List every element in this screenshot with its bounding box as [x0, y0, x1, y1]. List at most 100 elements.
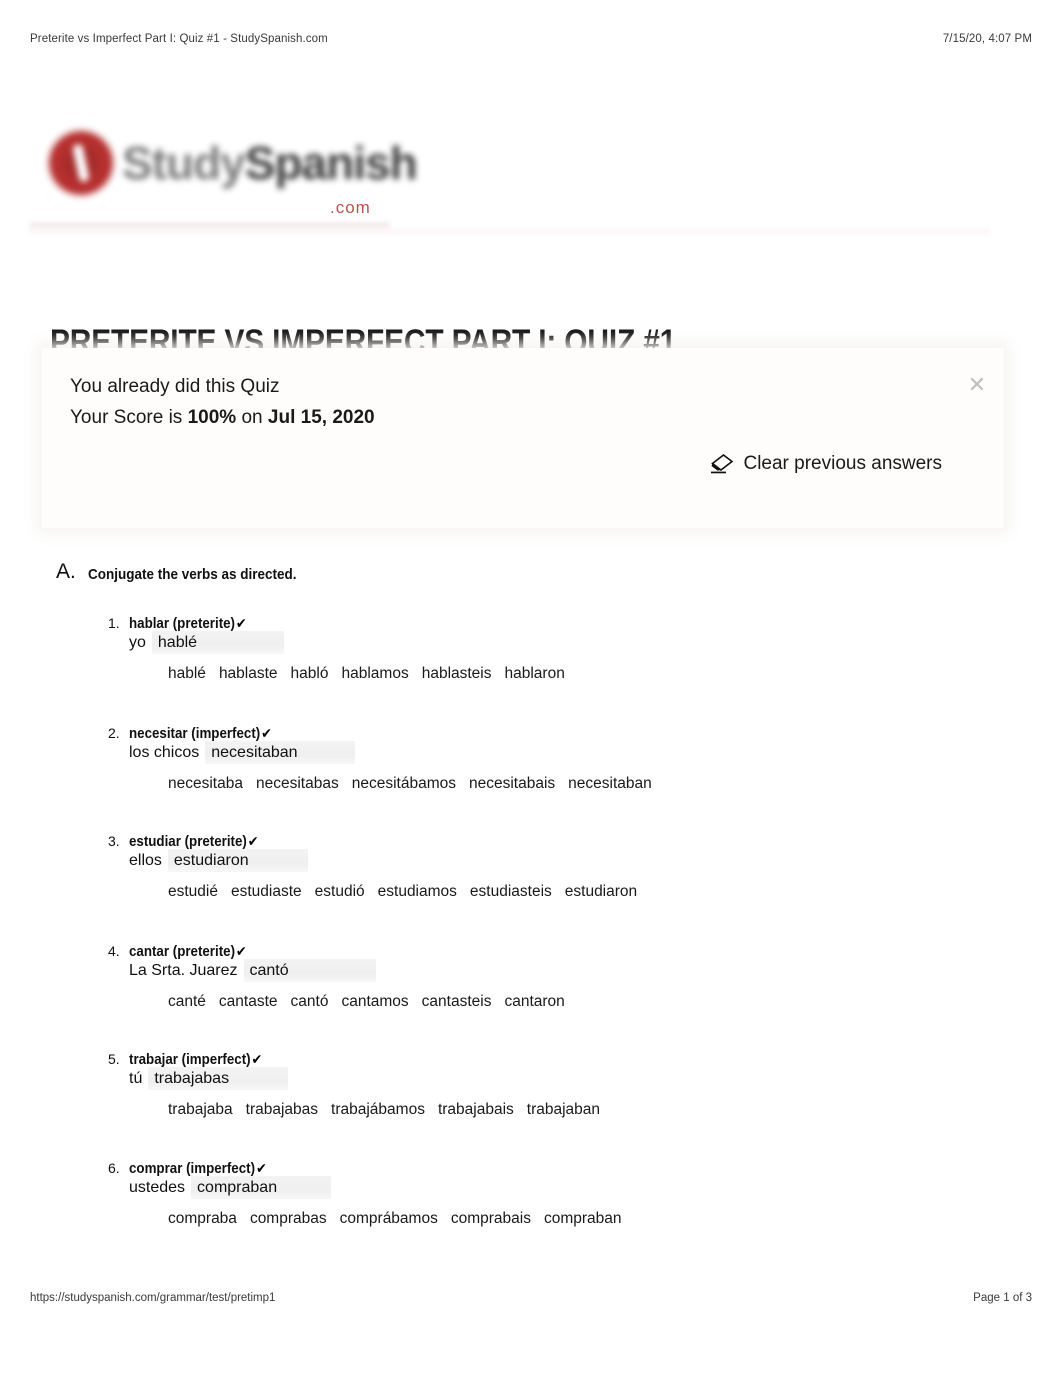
answer-option: trabajábamos [331, 1101, 425, 1118]
question-prompt: comprar (imperfect)✔ [129, 1161, 267, 1177]
quiz-already-taken-text: You already did this Quiz [70, 376, 280, 397]
answer-option: estudiaste [230, 883, 302, 900]
print-footer-page: Page 1 of 3 [973, 1292, 1032, 1304]
answer-option: necesitabais [468, 775, 556, 792]
question-answer-row: ustedes [129, 1176, 332, 1199]
clear-previous-answers-label: Clear previous answers [743, 453, 942, 474]
answer-subject: ellos [129, 852, 162, 869]
question-answer-row: yo [129, 631, 284, 654]
answer-option: trabajabais [437, 1101, 514, 1118]
answer-option: compraba [168, 1210, 237, 1227]
question-number: 1. [108, 615, 120, 631]
question-number: 3. [108, 833, 120, 849]
answer-input[interactable] [167, 849, 308, 872]
score-value: 100% [187, 407, 237, 428]
question-prompt-text: hablar (preterite) [129, 616, 236, 632]
answer-option: estudiaron [564, 883, 638, 900]
studyspanish-logo[interactable]: StudySpanish [50, 132, 418, 194]
answer-options: compraba comprabas comprábamos comprabais co… [168, 1210, 622, 1228]
answer-option: trabajaban [526, 1101, 601, 1118]
answer-option: hablaron [504, 665, 565, 682]
answer-option: hablaste [218, 665, 278, 682]
answer-option: hablasteis [421, 665, 492, 682]
print-header-title: Preterite vs Imperfect Part I: Quiz #1 -… [30, 33, 328, 45]
answer-option: compraban [543, 1210, 622, 1227]
answer-option: habló [290, 665, 329, 682]
correct-check-icon: ✔ [235, 616, 247, 632]
answer-subject: los chicos [129, 744, 200, 761]
answer-input[interactable] [148, 1067, 289, 1090]
answer-option: estudié [168, 883, 218, 900]
score-middle: on [236, 407, 268, 428]
print-header-timestamp: 7/15/20, 4:07 PM [942, 33, 1032, 45]
answer-option: comprábamos [339, 1210, 438, 1227]
answer-input[interactable] [191, 1176, 332, 1199]
question-answer-row: tú [129, 1067, 289, 1090]
answer-option: necesitaban [568, 775, 652, 792]
answer-options: hablé hablaste habló hablamos hablasteis habl… [168, 665, 565, 683]
print-footer: https://studyspanish.com/grammar/test/pr… [0, 1289, 1062, 1307]
question-prompt-text: estudiar (preterite) [129, 834, 247, 850]
answer-input[interactable] [243, 959, 376, 982]
eraser-icon [711, 453, 734, 474]
answer-input[interactable] [151, 631, 284, 654]
answer-option: canté [168, 993, 206, 1010]
logo-mark-icon [50, 132, 112, 194]
question-prompt: trabajar (imperfect)✔ [129, 1052, 262, 1068]
answer-option: necesitábamos [351, 775, 456, 792]
question-number: 2. [108, 725, 120, 741]
quiz-status-panel: You already did this Quiz Your Score is … [42, 348, 1004, 528]
logo-divider-secondary [30, 229, 990, 234]
answer-options: necesitaba necesitabas necesitábamos necesi… [168, 775, 652, 793]
answer-option: hablamos [341, 665, 409, 682]
score-prefix: Your Score is [70, 407, 188, 428]
question-number: 6. [108, 1160, 120, 1176]
answer-subject: yo [129, 634, 146, 651]
print-footer-url: https://studyspanish.com/grammar/test/pr… [30, 1292, 276, 1304]
correct-check-icon: ✔ [251, 1052, 263, 1068]
question-answer-row: ellos [129, 849, 308, 872]
answer-option: trabajabas [245, 1101, 319, 1118]
correct-check-icon: ✔ [255, 1161, 267, 1177]
logo-divider [30, 222, 390, 229]
answer-option: comprabas [249, 1210, 327, 1227]
score-date: Jul 15, 2020 [267, 407, 375, 428]
question-prompt: necesitar (imperfect)✔ [129, 726, 272, 742]
clear-previous-answers-button[interactable]: Clear previous answers [711, 453, 942, 475]
question-prompt-text: trabajar (imperfect) [129, 1052, 251, 1068]
answer-option: cantó [290, 993, 329, 1010]
answer-option: cantasteis [421, 993, 492, 1010]
site-logo-band: StudySpanish .com [30, 124, 990, 234]
answer-options: estudié estudiaste estudió estudiamos estudi… [168, 883, 637, 901]
print-header: Preterite vs Imperfect Part I: Quiz #1 -… [0, 30, 1062, 48]
logo-wordmark: StudySpanish [122, 137, 418, 189]
question-number: 5. [108, 1051, 120, 1067]
answer-option: cantaron [504, 993, 565, 1010]
section-letter: A. [56, 560, 76, 583]
answer-options: canté cantaste cantó cantamos cantasteis cant… [168, 993, 565, 1011]
question-prompt: cantar (preterite)✔ [129, 944, 247, 960]
answer-option: comprabais [450, 1210, 531, 1227]
close-icon[interactable]: ✕ [966, 375, 988, 398]
correct-check-icon: ✔ [235, 944, 247, 960]
logo-tld: .com [330, 198, 371, 217]
answer-option: cantaste [218, 993, 278, 1010]
answer-option: necesitabas [255, 775, 339, 792]
question-prompt: estudiar (preterite)✔ [129, 834, 259, 850]
question-number: 4. [108, 943, 120, 959]
answer-option: estudió [314, 883, 365, 900]
answer-option: cantamos [341, 993, 409, 1010]
logo-word-study: Study [122, 137, 246, 189]
question-answer-row: los chicos [129, 741, 356, 764]
answer-option: estudiamos [377, 883, 457, 900]
question-prompt: hablar (preterite)✔ [129, 616, 247, 632]
answer-subject: tú [129, 1070, 143, 1087]
answer-subject: ustedes [129, 1179, 186, 1196]
correct-check-icon: ✔ [247, 834, 259, 850]
question-prompt-text: comprar (imperfect) [129, 1161, 256, 1177]
answer-input[interactable] [205, 741, 356, 764]
answer-option: estudiasteis [469, 883, 552, 900]
question-answer-row: La Srta. Juarez [129, 959, 376, 982]
correct-check-icon: ✔ [261, 726, 272, 742]
answer-option: hablé [168, 665, 206, 682]
